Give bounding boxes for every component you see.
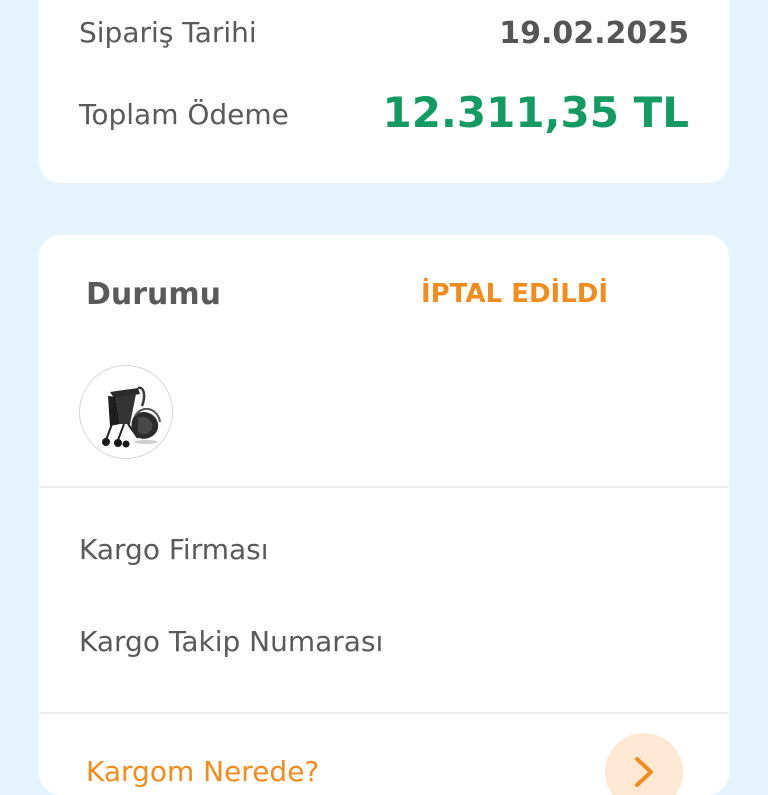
order-date-value: 19.02.2025: [499, 16, 689, 51]
order-date-label: Sipariş Tarihi: [79, 16, 257, 49]
where-is-my-cargo-link[interactable]: Kargom Nerede?: [86, 755, 319, 788]
cargo-details-button[interactable]: [605, 733, 683, 795]
chevron-right-icon: [635, 757, 653, 787]
section-divider: [39, 486, 729, 488]
total-payment-label: Toplam Ödeme: [79, 98, 289, 131]
cargo-company-label: Kargo Firması: [79, 533, 269, 566]
cargo-tracking-label: Kargo Takip Numarası: [79, 625, 384, 658]
order-status-card: Durumu İPTAL EDİLDİ Kargo Firması Kargo …: [39, 235, 729, 795]
stroller-with-car-seat-icon: [102, 386, 161, 448]
total-payment-value: 12.311,35 TL: [382, 88, 689, 137]
status-badge: İPTAL EDİLDİ: [421, 279, 609, 309]
product-thumbnail[interactable]: [79, 365, 173, 459]
order-summary-card: Sipariş Tarihi 19.02.2025 Toplam Ödeme 1…: [39, 0, 729, 183]
status-label: Durumu: [86, 277, 222, 312]
section-divider: [39, 712, 729, 714]
